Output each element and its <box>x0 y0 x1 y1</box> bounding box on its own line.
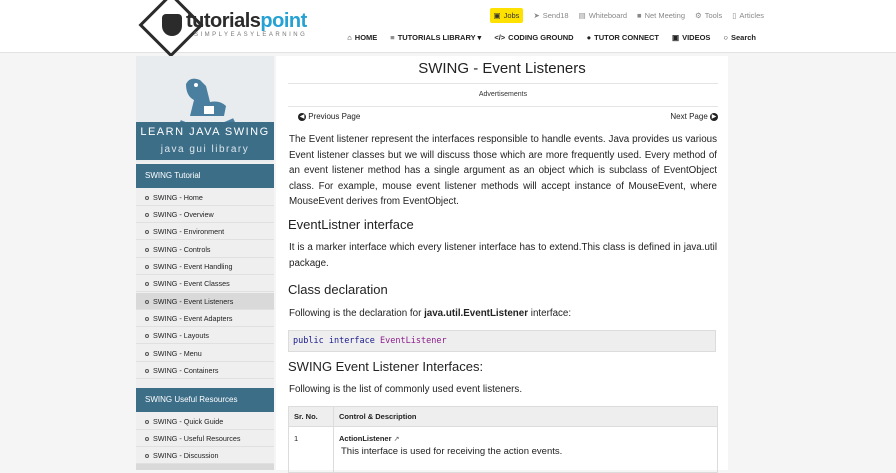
main-nav: ⌂ HOME ≡ TUTORIALS LIBRARY ▾ </> CODING GRO… <box>347 33 756 42</box>
header-control-description: Control & Description <box>339 412 417 421</box>
sidebar-item[interactable]: SWING - Environment <box>136 223 274 240</box>
sidebar-item[interactable]: SWING - Home <box>136 189 274 206</box>
next-page-link[interactable]: Next Page ▶ <box>670 112 718 121</box>
nav-tutor-connect[interactable]: ● TUTOR CONNECT <box>587 33 659 42</box>
nav-search[interactable]: ○ Search <box>723 33 756 42</box>
sidebar-item[interactable]: SWING - Overview <box>136 206 274 223</box>
ads-label: Advertisements <box>288 83 718 107</box>
heading-class-declaration: Class declaration <box>288 282 388 297</box>
code-block: public interface EventListener <box>288 330 716 352</box>
sidebar-item[interactable]: SWING - Useful Resources <box>136 430 274 447</box>
code-icon: </> <box>494 33 506 42</box>
sidebar-item-cutoff <box>136 464 274 470</box>
column-separator <box>333 427 334 472</box>
table-header: Sr. No. Control & Description <box>289 407 717 427</box>
list-paragraph: Following is the list of commonly used e… <box>289 384 523 395</box>
home-icon: ⌂ <box>347 33 352 42</box>
intro-paragraph: The Event listener represent the interfa… <box>289 134 717 207</box>
row-description: This interface is used for receiving the… <box>341 446 563 457</box>
sidebar: LEARN JAVA SWING java gui library SWING … <box>136 56 274 470</box>
site-logo[interactable]: tutorialspoint SIMPLYEASYLEARNING <box>138 0 320 58</box>
external-link-icon: ↗ <box>393 436 400 443</box>
arrow-right-icon: ▶ <box>710 112 718 121</box>
library-icon: ≡ <box>390 33 395 42</box>
row-link-actionlistener[interactable]: ActionListener ↗ <box>339 434 399 443</box>
sidebar-item[interactable]: SWING - Event Classes <box>136 275 274 292</box>
video-icon: ■ <box>637 11 642 20</box>
sidebar-item[interactable]: SWING - Containers <box>136 362 274 379</box>
arrow-left-icon: ◀ <box>298 112 306 121</box>
sidebar-heading-tutorial: SWING Tutorial <box>136 164 274 188</box>
header-sr-no: Sr. No. <box>294 412 318 421</box>
briefcase-icon: ▣ <box>493 11 501 20</box>
row-number: 1 <box>294 434 299 443</box>
top-link-send18[interactable]: ➤ Send18 <box>533 11 568 20</box>
interface-paragraph: It is a marker interface which every lis… <box>289 242 717 269</box>
sidebar-item[interactable]: SWING - Quick Guide <box>136 413 274 430</box>
gear-icon: ⚙ <box>695 11 702 20</box>
sidebar-item[interactable]: SWING - Controls <box>136 241 274 258</box>
nav-videos[interactable]: ▣ VIDEOS <box>672 33 710 42</box>
column-separator <box>333 407 334 426</box>
heading-listener-interfaces: SWING Event Listener Interfaces: <box>288 359 484 374</box>
top-links: ▣ Jobs ➤ Send18 ▤ Whiteboard ■ Net Meeting ⚙… <box>489 8 764 23</box>
listener-table: Sr. No. Control & Description 1 ActionLi… <box>288 406 718 473</box>
logo-text: tutorialspoint <box>186 10 307 32</box>
sidebar-item[interactable]: SWING - Discussion <box>136 447 274 464</box>
user-icon: ● <box>586 33 592 42</box>
table-row: 1 ActionListener ↗ This interface is use… <box>289 427 717 472</box>
send-icon: ➤ <box>533 11 540 20</box>
play-icon: ▣ <box>672 33 680 42</box>
site-header: tutorialspoint SIMPLYEASYLEARNING ▣ Jobs … <box>0 0 896 58</box>
top-link-jobs[interactable]: ▣ Jobs <box>489 8 524 23</box>
whiteboard-icon: ▤ <box>578 11 586 20</box>
main-content: SWING - Event Listeners Advertisements ◀… <box>276 56 728 473</box>
sidebar-item[interactable]: SWING - Menu <box>136 345 274 362</box>
nav-home[interactable]: ⌂ HOME <box>347 33 377 42</box>
sidebar-item-active[interactable]: SWING - Event Listeners <box>136 293 274 310</box>
nav-coding-ground[interactable]: </> CODING GROUND <box>494 33 573 42</box>
sidebar-heading-resources: SWING Useful Resources <box>136 388 274 412</box>
heading-eventlistener-interface: EventListner interface <box>288 217 414 232</box>
top-link-net-meeting[interactable]: ■ Net Meeting <box>637 11 685 20</box>
declaration-paragraph: Following is the declaration for java.ut… <box>289 308 572 319</box>
sidebar-item[interactable]: SWING - Event Handling <box>136 258 274 275</box>
logo-figure-icon <box>162 14 182 36</box>
nav-tutorials-library[interactable]: ≡ TUTORIALS LIBRARY ▾ <box>390 33 481 42</box>
banner-title: LEARN JAVA SWING <box>140 126 270 138</box>
top-link-tools[interactable]: ⚙ Tools <box>695 11 722 20</box>
page-title: SWING - Event Listeners <box>418 60 586 77</box>
top-link-articles[interactable]: ▯ Articles <box>732 11 764 20</box>
search-icon: ○ <box>723 33 728 42</box>
banner-subtitle: java gui library <box>160 144 250 155</box>
previous-page-link[interactable]: ◀ Previous Page <box>298 112 360 121</box>
sidebar-item[interactable]: SWING - Layouts <box>136 327 274 344</box>
top-link-whiteboard[interactable]: ▤ Whiteboard <box>579 11 627 20</box>
sidebar-item[interactable]: SWING - Event Adapters <box>136 310 274 327</box>
logo-tagline: SIMPLYEASYLEARNING <box>194 32 308 38</box>
sidebar-banner: LEARN JAVA SWING java gui library <box>136 122 274 160</box>
document-icon: ▯ <box>732 11 737 20</box>
